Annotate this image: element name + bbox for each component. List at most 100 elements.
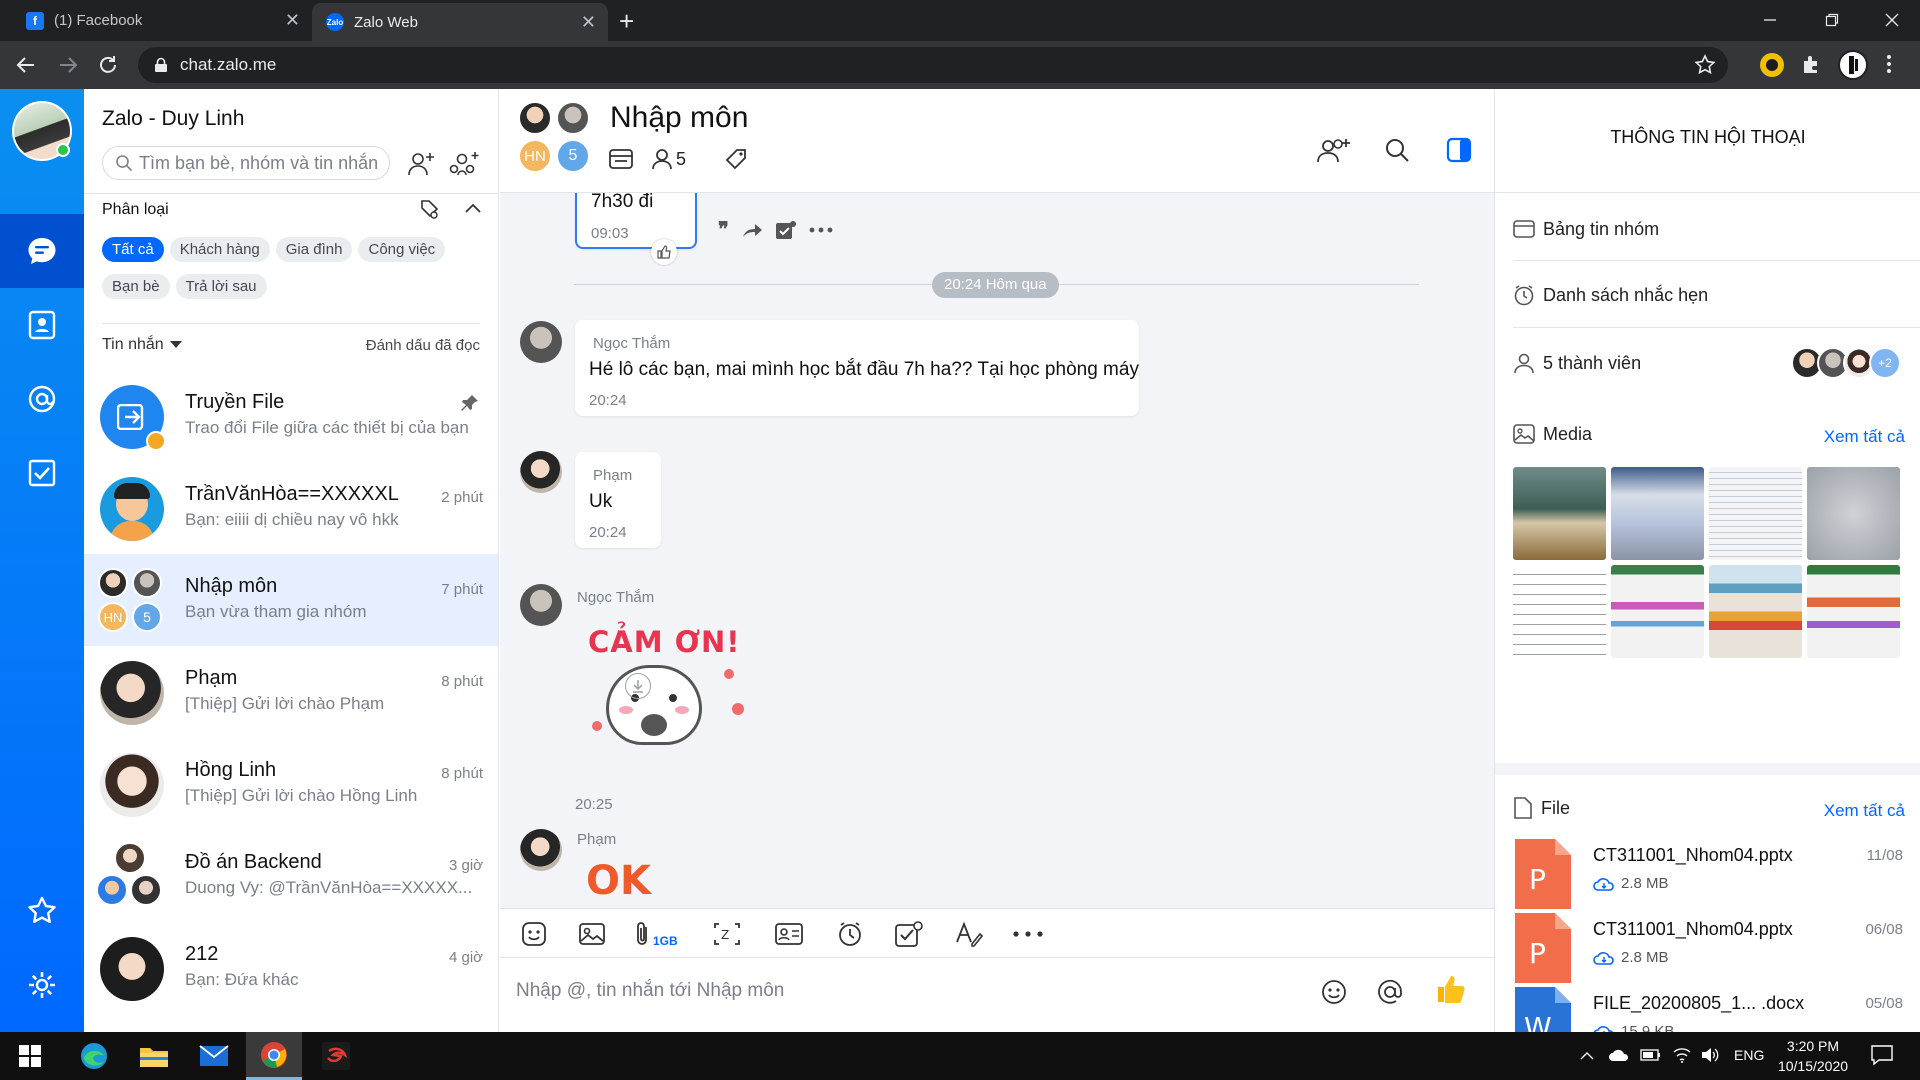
lock-icon[interactable] bbox=[154, 57, 168, 73]
create-group-icon[interactable] bbox=[448, 149, 480, 179]
chip-all[interactable]: Tất cả bbox=[102, 237, 164, 262]
members-row[interactable]: 5 thành viên +2 bbox=[1513, 345, 1903, 381]
close-window-button[interactable] bbox=[1870, 4, 1914, 36]
group-board-row[interactable]: Bảng tin nhóm bbox=[1513, 211, 1903, 247]
like-reaction-icon[interactable] bbox=[651, 239, 677, 265]
onedrive-cloud-icon[interactable] bbox=[1608, 1048, 1630, 1067]
windows-start-button[interactable] bbox=[2, 1032, 58, 1080]
image-icon[interactable] bbox=[578, 920, 606, 948]
thank-you-sticker[interactable]: CẢM ƠN! bbox=[588, 617, 748, 777]
more-tools-icon[interactable] bbox=[1012, 931, 1044, 937]
mark-all-read-link[interactable]: Đánh dấu đã đọc bbox=[366, 337, 480, 354]
conversation-row[interactable]: Truyền File Trao đổi File giữa các thiết… bbox=[84, 370, 498, 462]
sender-avatar[interactable] bbox=[520, 321, 562, 363]
toggle-info-panel-icon[interactable] bbox=[1446, 137, 1472, 163]
forward-message-icon[interactable] bbox=[741, 217, 763, 242]
reminder-clock-icon[interactable] bbox=[836, 920, 864, 948]
message-bubble[interactable]: 7h30 đi 09:03 bbox=[575, 193, 697, 265]
chip-customers[interactable]: Khách hàng bbox=[169, 237, 270, 262]
close-tab-icon[interactable]: ✕ bbox=[285, 10, 300, 31]
nav-starred[interactable] bbox=[0, 874, 84, 948]
close-tab-icon[interactable]: ✕ bbox=[581, 12, 596, 33]
chrome-taskbar-icon[interactable] bbox=[246, 1032, 302, 1080]
mail-icon[interactable] bbox=[186, 1032, 242, 1080]
conversation-row[interactable]: 212 Bạn: Đứa khác 4 giờ bbox=[84, 922, 498, 1014]
text-format-icon[interactable] bbox=[954, 920, 984, 948]
contact-card-icon[interactable] bbox=[774, 920, 804, 948]
conversation-row[interactable]: Hồng Linh [Thiệp] Gửi lời chào Hồng Linh… bbox=[84, 738, 498, 830]
download-icon[interactable] bbox=[625, 673, 651, 699]
message-bubble[interactable]: Phạm Uk 20:24 bbox=[575, 452, 661, 548]
message-bubble[interactable]: Ngọc Thắm Hé lô các bạn, mai mình học bắ… bbox=[575, 320, 1139, 416]
new-tab-button[interactable]: + bbox=[619, 6, 634, 37]
conversation-row[interactable]: Phạm [Thiệp] Gửi lời chào Phạm 8 phút bbox=[84, 646, 498, 738]
minimize-button[interactable] bbox=[1748, 4, 1792, 36]
media-thumbnail[interactable] bbox=[1709, 467, 1802, 560]
reload-icon[interactable] bbox=[96, 53, 120, 77]
edge-browser-icon[interactable] bbox=[66, 1032, 122, 1080]
chip-work[interactable]: Công việc bbox=[358, 237, 446, 262]
media-thumbnail[interactable] bbox=[1513, 467, 1606, 560]
file-row[interactable]: W FILE_20200805_1... .docx 05/08 15.9 KB bbox=[1513, 981, 1903, 1032]
media-see-all-link[interactable]: Xem tất cả bbox=[1824, 427, 1905, 447]
sender-avatar[interactable] bbox=[520, 451, 562, 493]
ok-sticker[interactable]: OK bbox=[586, 858, 651, 904]
media-thumbnail[interactable] bbox=[1807, 565, 1900, 658]
more-members-badge[interactable]: +2 bbox=[1869, 347, 1901, 379]
group-board-icon[interactable] bbox=[608, 147, 634, 171]
notifications-icon[interactable] bbox=[1870, 1044, 1894, 1071]
wifi-icon[interactable] bbox=[1672, 1046, 1692, 1069]
attach-file-button[interactable]: 1GB bbox=[634, 920, 678, 948]
volume-icon[interactable] bbox=[1700, 1046, 1720, 1069]
sender-avatar[interactable] bbox=[520, 829, 562, 871]
add-friend-icon[interactable] bbox=[406, 149, 436, 179]
sender-avatar[interactable] bbox=[520, 584, 562, 626]
system-clock[interactable]: 3:20 PM 10/15/2020 bbox=[1768, 1036, 1858, 1076]
media-thumbnail[interactable] bbox=[1611, 565, 1704, 658]
search-icon[interactable] bbox=[1384, 137, 1410, 163]
reminders-row[interactable]: Danh sách nhắc hẹn bbox=[1513, 277, 1903, 313]
search-input[interactable]: Tìm bạn bè, nhóm và tin nhắn bbox=[102, 146, 390, 180]
input-language[interactable]: ENG bbox=[1734, 1047, 1764, 1063]
emoji-icon[interactable] bbox=[1320, 978, 1348, 1006]
tag-icon[interactable] bbox=[724, 147, 748, 171]
media-thumbnail[interactable] bbox=[1611, 467, 1704, 560]
garena-icon[interactable] bbox=[308, 1032, 364, 1080]
add-member-icon[interactable] bbox=[1316, 135, 1352, 165]
nav-settings[interactable] bbox=[0, 948, 84, 1022]
nav-todo[interactable] bbox=[0, 436, 84, 510]
battery-icon[interactable] bbox=[1640, 1048, 1662, 1067]
address-bar[interactable]: chat.zalo.me bbox=[138, 47, 1728, 83]
browser-menu-icon[interactable] bbox=[1886, 53, 1892, 75]
bookmark-star-icon[interactable] bbox=[1694, 54, 1716, 76]
quick-like-thumb-icon[interactable] bbox=[1434, 972, 1468, 1006]
conversation-row[interactable]: Đồ án Backend Duong Vy: @TrầnVănHòa==XXX… bbox=[84, 830, 498, 922]
create-task-icon[interactable] bbox=[775, 217, 797, 242]
mention-at-icon[interactable] bbox=[1376, 978, 1404, 1006]
screenshot-icon[interactable]: Z bbox=[712, 920, 742, 948]
sticker-icon[interactable] bbox=[520, 920, 548, 948]
extension-icon[interactable] bbox=[1760, 53, 1784, 77]
forward-icon[interactable] bbox=[56, 53, 80, 77]
assign-task-icon[interactable] bbox=[894, 920, 924, 948]
nav-messages[interactable] bbox=[0, 214, 84, 288]
chip-friends[interactable]: Bạn bè bbox=[102, 274, 170, 299]
chip-family[interactable]: Gia đình bbox=[275, 237, 353, 262]
conversation-row[interactable]: TrầnVănHòa==XXXXXL Bạn: eiiii dị chiều n… bbox=[84, 462, 498, 554]
extensions-puzzle-icon[interactable] bbox=[1800, 53, 1822, 75]
files-see-all-link[interactable]: Xem tất cả bbox=[1824, 801, 1905, 821]
tag-settings-icon[interactable] bbox=[418, 199, 440, 221]
tab-zalo-web[interactable]: Zalo Zalo Web ✕ bbox=[312, 3, 608, 41]
media-thumbnail[interactable] bbox=[1807, 467, 1900, 560]
collapse-chevron-icon[interactable] bbox=[464, 201, 482, 215]
nav-contacts[interactable] bbox=[0, 288, 84, 362]
restore-button[interactable] bbox=[1810, 4, 1854, 36]
file-explorer-icon[interactable] bbox=[126, 1032, 182, 1080]
tray-chevron-icon[interactable] bbox=[1580, 1048, 1594, 1066]
media-thumbnail[interactable] bbox=[1513, 565, 1606, 658]
back-icon[interactable] bbox=[14, 53, 38, 77]
nav-mentions[interactable] bbox=[0, 362, 84, 436]
group-avatar[interactable]: HN 5 bbox=[518, 101, 594, 177]
conversation-row[interactable]: HN 5 Nhập môn Bạn vừa tham gia nhóm 7 ph… bbox=[84, 554, 498, 646]
message-input[interactable]: Nhập @, tin nhắn tới Nhập môn bbox=[516, 980, 1316, 1002]
